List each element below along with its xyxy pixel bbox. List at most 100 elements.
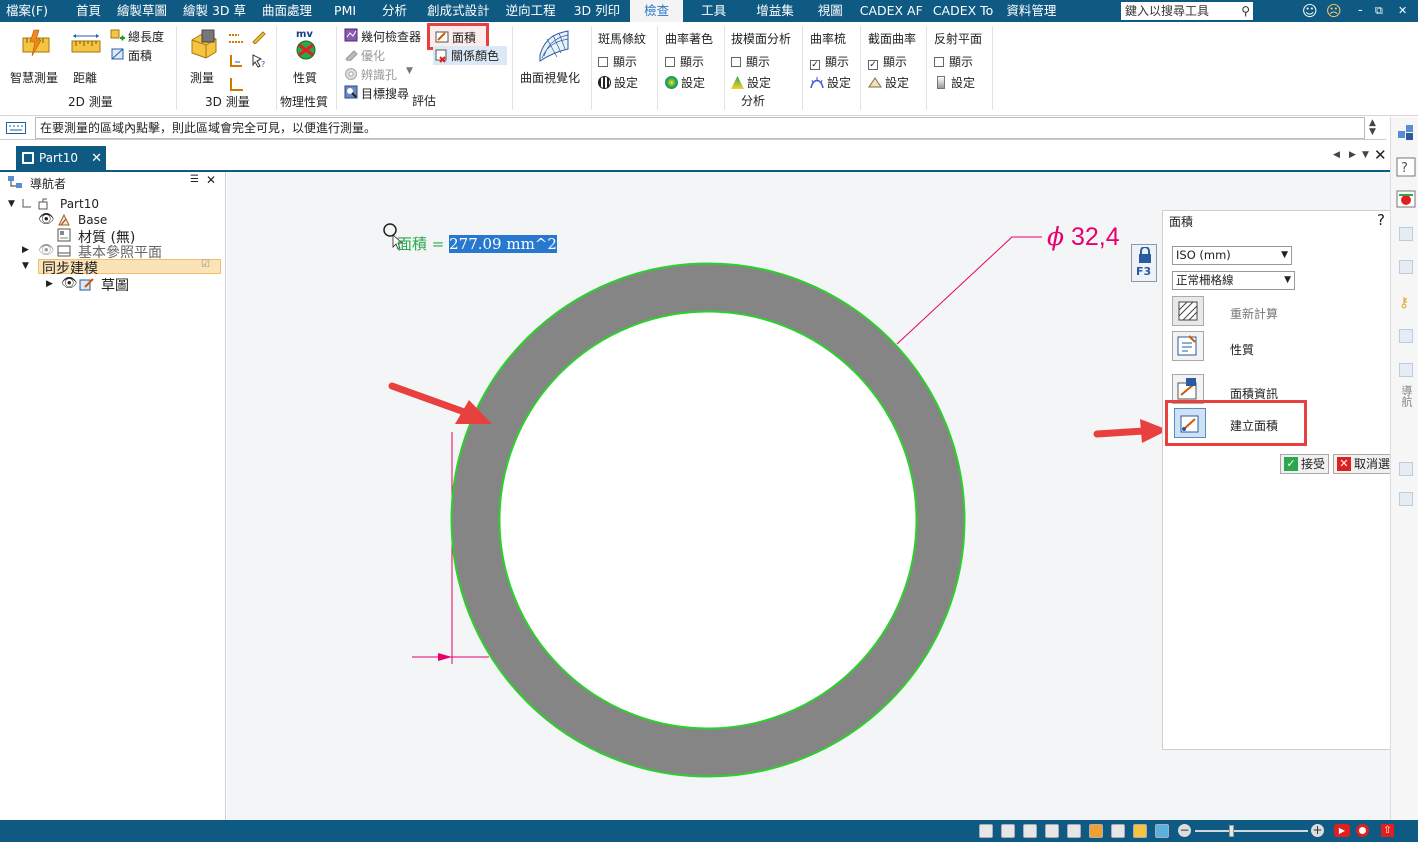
zoom-slider-thumb[interactable] bbox=[1229, 825, 1234, 837]
shaded-view-icon[interactable] bbox=[1133, 824, 1147, 838]
spin-about-icon[interactable] bbox=[1089, 824, 1103, 838]
properties-label[interactable]: 性質 bbox=[293, 69, 317, 86]
color-panel-icon[interactable] bbox=[1396, 190, 1416, 208]
layers-icon[interactable] bbox=[1396, 123, 1416, 141]
dimension-lock-button[interactable]: F3 bbox=[1131, 244, 1157, 282]
menu-sketch[interactable]: 繪製草圖 bbox=[109, 0, 175, 22]
expand-ref-planes-icon[interactable]: ▶ bbox=[22, 245, 29, 255]
menu-inspect[interactable]: 檢查 bbox=[630, 0, 684, 22]
menu-analysis[interactable]: 分析 bbox=[370, 0, 419, 22]
menu-reverse[interactable]: 逆向工程 bbox=[498, 0, 564, 22]
measure-query-icon[interactable]: ? bbox=[251, 53, 267, 69]
grid-select[interactable]: 正常柵格線 ▼ bbox=[1172, 271, 1295, 290]
target-search-icon[interactable] bbox=[344, 85, 359, 99]
hidden-eye-icon[interactable]: 👁 bbox=[38, 243, 55, 258]
checkbox-checked[interactable]: ✓ bbox=[810, 60, 820, 70]
area-small-icon[interactable] bbox=[110, 47, 126, 61]
properties-button[interactable] bbox=[1172, 331, 1204, 361]
draft-settings[interactable]: 設定 bbox=[731, 74, 771, 91]
physical-properties-icon[interactable]: mv bbox=[291, 27, 321, 61]
tab-part10[interactable]: Part10 ✕ bbox=[16, 146, 106, 171]
menu-addins[interactable]: 增益集 bbox=[744, 0, 806, 22]
close-window-button[interactable]: ✕ bbox=[1398, 0, 1407, 22]
area-small-label[interactable]: 面積 bbox=[128, 47, 152, 64]
tree-item-sync-modeling[interactable]: 同步建模 bbox=[42, 258, 98, 278]
measure-pencil-icon[interactable] bbox=[251, 30, 267, 44]
menu-view[interactable]: 視圖 bbox=[806, 0, 855, 22]
video-icon[interactable]: ▶ bbox=[1334, 824, 1350, 837]
accept-button[interactable]: ✓ 接受 bbox=[1280, 454, 1330, 474]
total-length-icon[interactable] bbox=[110, 29, 126, 43]
menu-home[interactable]: 首頁 bbox=[68, 0, 109, 22]
restore-button[interactable]: ⧉ bbox=[1375, 0, 1383, 22]
checkbox[interactable] bbox=[934, 57, 944, 67]
display-style-icon[interactable] bbox=[1155, 824, 1169, 838]
zebra-settings[interactable]: 設定 bbox=[598, 74, 638, 91]
reflective-plane-settings[interactable]: 設定 bbox=[934, 74, 975, 91]
record-icon[interactable] bbox=[1356, 824, 1369, 837]
menu-pmi[interactable]: PMI bbox=[320, 0, 370, 22]
relation-color-button[interactable]: 關係顏色 bbox=[433, 46, 507, 65]
curvature-shade-show-checkbox[interactable]: 顯示 bbox=[665, 53, 704, 70]
zoom-slider-track[interactable] bbox=[1195, 830, 1308, 832]
tab-scroll-left-icon[interactable]: ◀ bbox=[1333, 150, 1340, 160]
search-icon[interactable]: ⚲ bbox=[1241, 2, 1250, 20]
tab-dropdown-icon[interactable]: ▼ bbox=[1362, 150, 1369, 160]
rail-item-icon[interactable] bbox=[1399, 492, 1413, 506]
menu-generative[interactable]: 創成式設計 bbox=[419, 0, 498, 22]
rail-item-icon[interactable] bbox=[1399, 260, 1413, 274]
zoom-out-icon[interactable]: − bbox=[1178, 824, 1191, 837]
smart-measure-icon[interactable] bbox=[20, 28, 52, 60]
menu-tools[interactable]: 工具 bbox=[683, 0, 744, 22]
fit-icon[interactable] bbox=[1023, 824, 1037, 838]
surface-visualization-label[interactable]: 曲面視覺化 bbox=[520, 69, 580, 86]
measure-3d-icon[interactable] bbox=[188, 28, 220, 60]
minimize-button[interactable]: - bbox=[1358, 0, 1363, 22]
rail-item-icon[interactable] bbox=[1399, 329, 1413, 343]
measure-label[interactable]: 測量 bbox=[190, 69, 214, 86]
curvature-shade-settings[interactable]: 設定 bbox=[665, 74, 705, 91]
expand-sync-icon[interactable]: ▼ bbox=[22, 261, 29, 271]
expand-sketch-icon[interactable]: ▶ bbox=[46, 279, 53, 289]
pan-icon[interactable] bbox=[1045, 824, 1059, 838]
menu-data-mgmt[interactable]: 資料管理 bbox=[998, 0, 1064, 22]
checkbox-checked[interactable]: ✓ bbox=[868, 60, 878, 70]
smiley-happy-icon[interactable]: ☺ bbox=[1302, 0, 1318, 22]
expand-part10-icon[interactable]: ▼ bbox=[8, 199, 15, 209]
distance-icon[interactable] bbox=[70, 32, 102, 58]
distance-label[interactable]: 距離 bbox=[73, 69, 97, 86]
smiley-sad-icon[interactable]: ☹ bbox=[1326, 0, 1342, 22]
measure-corner-icon[interactable] bbox=[228, 53, 244, 69]
menu-file[interactable]: 檔案(F) bbox=[0, 0, 56, 22]
view-orient-icon[interactable] bbox=[1111, 824, 1125, 838]
checkbox[interactable] bbox=[731, 57, 741, 67]
curvature-comb-show-checkbox[interactable]: ✓ 顯示 bbox=[810, 53, 849, 70]
rail-item-icon[interactable] bbox=[1399, 363, 1413, 377]
reflective-plane-show-checkbox[interactable]: 顯示 bbox=[934, 53, 973, 70]
menu-3d-sketch[interactable]: 繪製 3D 草 bbox=[175, 0, 254, 22]
rotate-icon[interactable] bbox=[1067, 824, 1081, 838]
geometry-inspector-label[interactable]: 幾何檢查器 bbox=[361, 28, 421, 45]
share-icon[interactable]: ⇧ bbox=[1381, 824, 1394, 837]
close-document-icon[interactable]: ✕ bbox=[1374, 146, 1387, 164]
zoom-icon[interactable] bbox=[1001, 824, 1015, 838]
help-icon[interactable]: ? bbox=[1377, 211, 1385, 229]
help-panel-icon[interactable]: ? bbox=[1396, 157, 1416, 177]
zoom-in-icon[interactable]: + bbox=[1311, 824, 1324, 837]
tab-close-icon[interactable]: ✕ bbox=[91, 146, 102, 171]
prompt-scroll-icon[interactable]: ▲ ▼ bbox=[1369, 119, 1376, 137]
tree-item-base[interactable]: Base bbox=[78, 213, 107, 227]
pane-close-icon[interactable]: ✕ bbox=[206, 173, 216, 187]
recalculate-button[interactable] bbox=[1172, 296, 1204, 326]
pane-menu-icon[interactable]: ☰ bbox=[190, 174, 199, 185]
create-area-button[interactable] bbox=[1174, 408, 1206, 438]
menu-cadex-to[interactable]: CADEX To bbox=[928, 0, 999, 22]
zoom-area-icon[interactable] bbox=[979, 824, 993, 838]
keyboard-icon[interactable] bbox=[6, 122, 26, 134]
checkbox[interactable] bbox=[665, 57, 675, 67]
units-select[interactable]: ISO (mm) ▼ bbox=[1172, 246, 1292, 265]
total-length-label[interactable]: 總長度 bbox=[128, 28, 164, 45]
measure-edge-icon[interactable] bbox=[228, 31, 244, 45]
tree-item-part10[interactable]: Part10 bbox=[60, 197, 99, 211]
draft-show-checkbox[interactable]: 顯示 bbox=[731, 53, 770, 70]
